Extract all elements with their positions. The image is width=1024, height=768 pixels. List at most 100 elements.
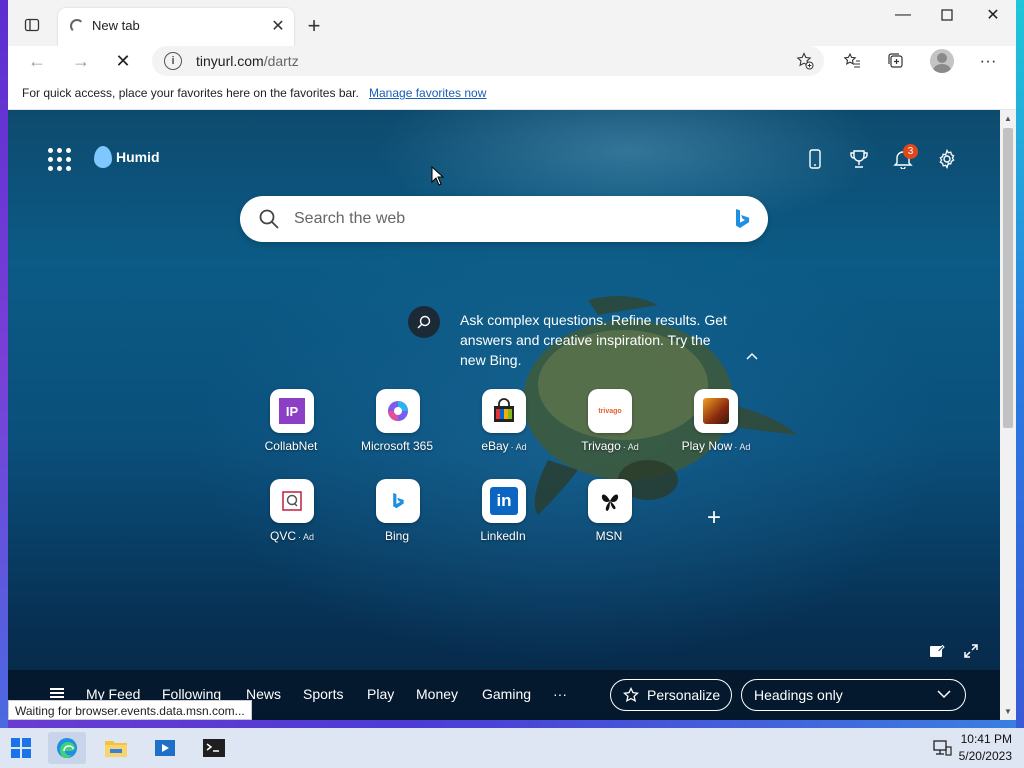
add-shortcut-button[interactable]: + — [700, 504, 728, 532]
feed-tab-play[interactable]: Play — [367, 686, 394, 702]
favorites-icon — [843, 52, 860, 68]
new-tab-button[interactable]: + — [300, 12, 328, 40]
quicklink-microsoft-365[interactable]: Microsoft 365 — [353, 389, 443, 453]
raindrop-icon — [94, 146, 112, 168]
scroll-down-arrow-icon[interactable]: ▼ — [1004, 707, 1012, 716]
maximize-button[interactable] — [924, 0, 970, 30]
network-icon[interactable] — [932, 739, 952, 757]
game-thumbnail-icon — [694, 389, 738, 433]
quicklink-linkedin[interactable]: in LinkedIn — [459, 479, 549, 543]
collapse-quicklinks-button[interactable] — [742, 348, 762, 364]
taskbar-terminal-button[interactable] — [195, 732, 233, 764]
expand-icon — [964, 644, 978, 658]
layout-dropdown[interactable]: Headings only — [741, 679, 966, 711]
feed-tab-sports[interactable]: Sports — [303, 686, 343, 702]
profile-button[interactable] — [926, 46, 958, 76]
feed-tab-gaming[interactable]: Gaming — [482, 686, 531, 702]
quicklink-label: Trivago · Ad — [581, 439, 639, 453]
collections-button[interactable] — [880, 46, 912, 76]
favorites-button[interactable] — [836, 46, 868, 76]
microsoft-365-logo-icon — [376, 389, 420, 433]
layout-dropdown-value: Headings only — [754, 687, 843, 703]
quicklink-bing[interactable]: Bing — [353, 479, 443, 543]
bing-promo-text[interactable]: Ask complex questions. Refine results. G… — [460, 310, 730, 370]
tab-close-button[interactable]: ✕ — [268, 16, 288, 36]
rewards-button[interactable] — [844, 146, 874, 172]
new-tab-page: Humid 3 Ask complex questions. Refine re… — [8, 110, 1000, 720]
scroll-up-arrow-icon[interactable]: ▲ — [1004, 114, 1012, 123]
scrollbar-thumb[interactable] — [1003, 128, 1013, 428]
bing-chat-button[interactable] — [408, 306, 440, 338]
vertical-scrollbar[interactable]: ▲ ▼ — [1000, 110, 1016, 720]
quicklink-ebay[interactable]: eBay · Ad — [459, 389, 549, 453]
minimize-icon: — — [895, 6, 911, 23]
forward-button[interactable]: → — [66, 46, 96, 76]
stop-icon: ✕ — [115, 50, 131, 71]
edit-image-icon — [930, 644, 945, 657]
mouse-cursor-icon — [431, 166, 445, 186]
linkedin-logo-mark: in — [490, 487, 518, 515]
back-button[interactable]: ← — [22, 46, 52, 76]
browser-window: New tab ✕ + — ✕ ← → ✕ i tinyurl.com/dart… — [8, 0, 1016, 720]
quicklink-qvc[interactable]: QVC · Ad — [247, 479, 337, 543]
back-arrow-icon: ← — [28, 50, 46, 71]
bing-chat-search-icon — [417, 315, 431, 329]
ebay-bag-icon — [482, 389, 526, 433]
taskbar-media-player-button[interactable] — [146, 732, 184, 764]
loading-spinner-icon — [70, 19, 84, 33]
favorites-message: For quick access, place your favorites h… — [22, 86, 359, 100]
plus-icon: + — [706, 504, 721, 531]
quicklink-play-now[interactable]: Play Now · Ad — [671, 389, 761, 453]
quicklink-collabnet[interactable]: IP CollabNet — [247, 389, 337, 453]
fullscreen-background-button[interactable] — [960, 640, 982, 662]
web-search-box[interactable] — [240, 196, 768, 242]
search-icon — [259, 209, 279, 229]
notifications-button[interactable]: 3 — [888, 144, 918, 172]
quicklink-label: MSN — [595, 529, 623, 543]
quicklink-label: Bing — [384, 529, 410, 543]
feed-more-button[interactable]: ··· — [553, 686, 567, 702]
tab-actions-button[interactable] — [16, 10, 48, 40]
windows-logo-icon — [11, 738, 31, 758]
site-info-icon[interactable]: i — [164, 52, 182, 70]
collabnet-logo-icon: IP — [270, 389, 314, 433]
hamburger-menu-icon[interactable] — [50, 688, 64, 698]
tab-actions-icon — [24, 18, 40, 32]
settings-more-button[interactable]: ··· — [972, 46, 1004, 76]
start-button[interactable] — [2, 732, 40, 764]
trophy-icon — [850, 150, 868, 168]
url-host: tinyurl.com — [196, 53, 264, 69]
personalize-button[interactable]: Personalize — [610, 679, 732, 711]
tab-new-tab[interactable]: New tab ✕ — [58, 8, 294, 46]
star-outline-icon — [623, 687, 639, 703]
quicklink-msn[interactable]: MSN — [565, 479, 655, 543]
system-clock[interactable]: 10:41 PM 5/20/2023 — [959, 731, 1012, 765]
mobile-app-button[interactable] — [800, 146, 830, 172]
page-settings-button[interactable] — [932, 146, 962, 172]
gear-icon — [939, 149, 955, 169]
search-input[interactable] — [294, 204, 714, 234]
minimize-button[interactable]: — — [880, 0, 926, 30]
avatar — [930, 49, 954, 73]
url-path: /dartz — [263, 53, 299, 69]
status-bar-text: Waiting for browser.events.data.msn.com.… — [8, 700, 252, 720]
collabnet-logo-mark: IP — [279, 398, 305, 424]
manage-favorites-link[interactable]: Manage favorites now — [369, 86, 486, 100]
add-favorite-button[interactable] — [794, 50, 816, 72]
taskbar-file-explorer-button[interactable] — [97, 732, 135, 764]
trivago-logo-mark: trivago — [598, 407, 622, 415]
edge-browser-icon — [57, 738, 77, 758]
edit-background-button[interactable] — [926, 640, 948, 662]
terminal-icon — [203, 739, 225, 757]
quicklink-trivago[interactable]: trivago Trivago · Ad — [565, 389, 655, 453]
taskbar-edge-button[interactable] — [48, 732, 86, 764]
stop-loading-button[interactable]: ✕ — [108, 46, 138, 76]
weather-widget[interactable]: Humid — [94, 146, 160, 168]
app-launcher-button[interactable] — [48, 148, 72, 172]
feed-tab-money[interactable]: Money — [416, 686, 458, 702]
address-bar[interactable]: i tinyurl.com/dartz — [152, 46, 824, 76]
window-close-button[interactable]: ✕ — [970, 0, 1016, 30]
favorites-bar: For quick access, place your favorites h… — [8, 76, 1016, 110]
plus-icon: + — [307, 13, 321, 38]
bing-logo-icon[interactable] — [732, 208, 752, 230]
